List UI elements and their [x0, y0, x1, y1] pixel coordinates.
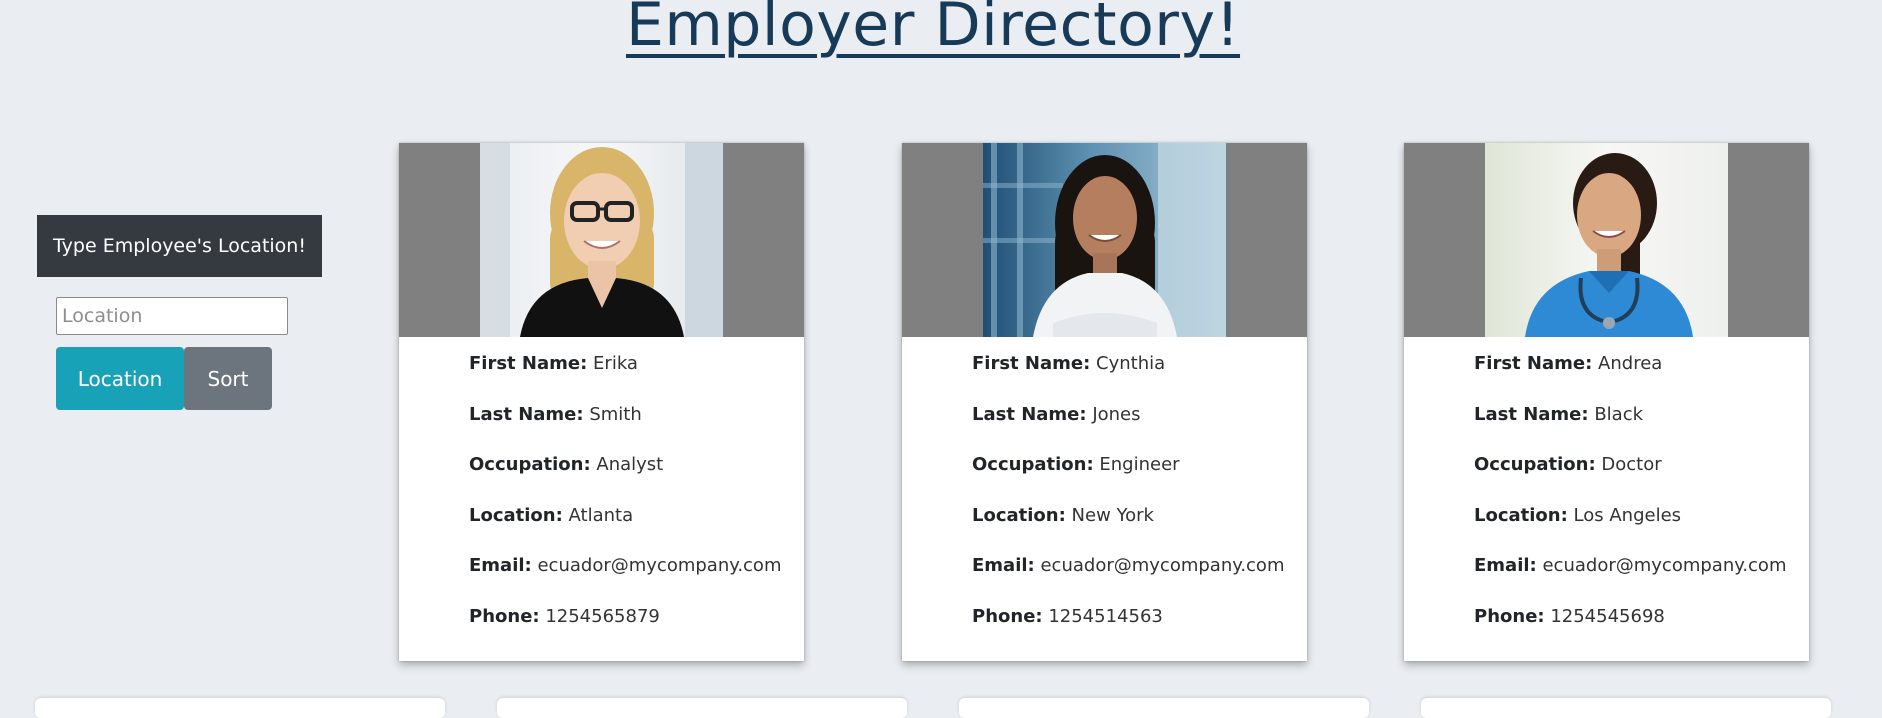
occupation-row: Occupation: Doctor — [1474, 454, 1786, 505]
photo-frame — [1404, 143, 1809, 337]
email-row: Email: ecuador@mycompany.com — [469, 555, 781, 606]
employee-photo — [1485, 143, 1728, 337]
last-name-value: Jones — [1092, 403, 1141, 425]
email-label: Email: — [1474, 555, 1537, 576]
first-name-value: Andrea — [1598, 353, 1663, 374]
phone-value: 1254565879 — [545, 605, 660, 627]
employee-card: First Name: Cynthia Last Name: Jones Occ… — [902, 143, 1307, 661]
location-value: Los Angeles — [1573, 504, 1682, 526]
location-value: New York — [1071, 504, 1154, 526]
last-name-value: Black — [1594, 403, 1644, 425]
location-row: Location: Atlanta — [469, 505, 781, 556]
location-button[interactable]: Location — [56, 347, 184, 410]
employee-info: First Name: Cynthia Last Name: Jones Occ… — [972, 353, 1284, 656]
email-row: Email: ecuador@mycompany.com — [1474, 555, 1786, 606]
last-name-row: Last Name: Jones — [972, 404, 1284, 455]
occupation-label: Occupation: — [469, 454, 591, 475]
email-label: Email: — [972, 555, 1035, 576]
phone-label: Phone: — [1474, 605, 1545, 627]
photo-frame — [399, 143, 804, 337]
last-name-label: Last Name: — [1474, 403, 1589, 425]
phone-value: 1254514563 — [1048, 605, 1163, 627]
last-name-label: Last Name: — [469, 403, 584, 425]
first-name-row: First Name: Andrea — [1474, 353, 1786, 404]
location-label: Location: — [469, 504, 563, 526]
email-value: ecuador@mycompany.com — [1040, 555, 1285, 576]
location-label: Location: — [972, 504, 1066, 526]
email-value: ecuador@mycompany.com — [1542, 555, 1787, 576]
occupation-value: Analyst — [596, 454, 664, 475]
sort-button[interactable]: Sort — [184, 347, 272, 410]
next-row-card — [35, 698, 445, 718]
employee-photo — [983, 143, 1226, 337]
next-row-card — [1421, 698, 1831, 718]
next-row-card — [497, 698, 907, 718]
last-name-value: Smith — [589, 403, 642, 425]
phone-label: Phone: — [469, 605, 540, 627]
first-name-row: First Name: Cynthia — [972, 353, 1284, 404]
employee-photo — [480, 143, 723, 337]
phone-label: Phone: — [972, 605, 1043, 627]
email-value: ecuador@mycompany.com — [537, 555, 782, 576]
occupation-value: Doctor — [1601, 454, 1662, 475]
photo-frame — [902, 143, 1307, 337]
email-label: Email: — [469, 555, 532, 576]
first-name-value: Cynthia — [1096, 353, 1166, 374]
last-name-row: Last Name: Smith — [469, 404, 781, 455]
phone-row: Phone: 1254565879 — [469, 606, 781, 657]
page-title: Employer Directory! — [625, 0, 1241, 60]
employee-info: First Name: Erika Last Name: Smith Occup… — [469, 353, 781, 656]
occupation-label: Occupation: — [972, 454, 1094, 475]
employee-card: First Name: Andrea Last Name: Black Occu… — [1404, 143, 1809, 661]
occupation-label: Occupation: — [1474, 454, 1596, 475]
phone-value: 1254545698 — [1550, 605, 1665, 627]
email-row: Email: ecuador@mycompany.com — [972, 555, 1284, 606]
occupation-row: Occupation: Analyst — [469, 454, 781, 505]
location-label: Location: — [1474, 504, 1568, 526]
first-name-row: First Name: Erika — [469, 353, 781, 404]
last-name-label: Last Name: — [972, 403, 1087, 425]
last-name-row: Last Name: Black — [1474, 404, 1786, 455]
location-search-heading: Type Employee's Location! — [37, 215, 322, 277]
occupation-value: Engineer — [1099, 454, 1180, 475]
phone-row: Phone: 1254514563 — [972, 606, 1284, 657]
location-value: Atlanta — [568, 504, 634, 526]
phone-row: Phone: 1254545698 — [1474, 606, 1786, 657]
location-row: Location: Los Angeles — [1474, 505, 1786, 556]
occupation-row: Occupation: Engineer — [972, 454, 1284, 505]
next-row-card — [959, 698, 1369, 718]
first-name-label: First Name: — [972, 353, 1091, 374]
location-input[interactable] — [56, 297, 288, 335]
location-row: Location: New York — [972, 505, 1284, 556]
first-name-value: Erika — [593, 353, 638, 374]
first-name-label: First Name: — [1474, 353, 1593, 374]
first-name-label: First Name: — [469, 353, 588, 374]
employee-info: First Name: Andrea Last Name: Black Occu… — [1474, 353, 1786, 656]
employee-card: First Name: Erika Last Name: Smith Occup… — [399, 143, 804, 661]
